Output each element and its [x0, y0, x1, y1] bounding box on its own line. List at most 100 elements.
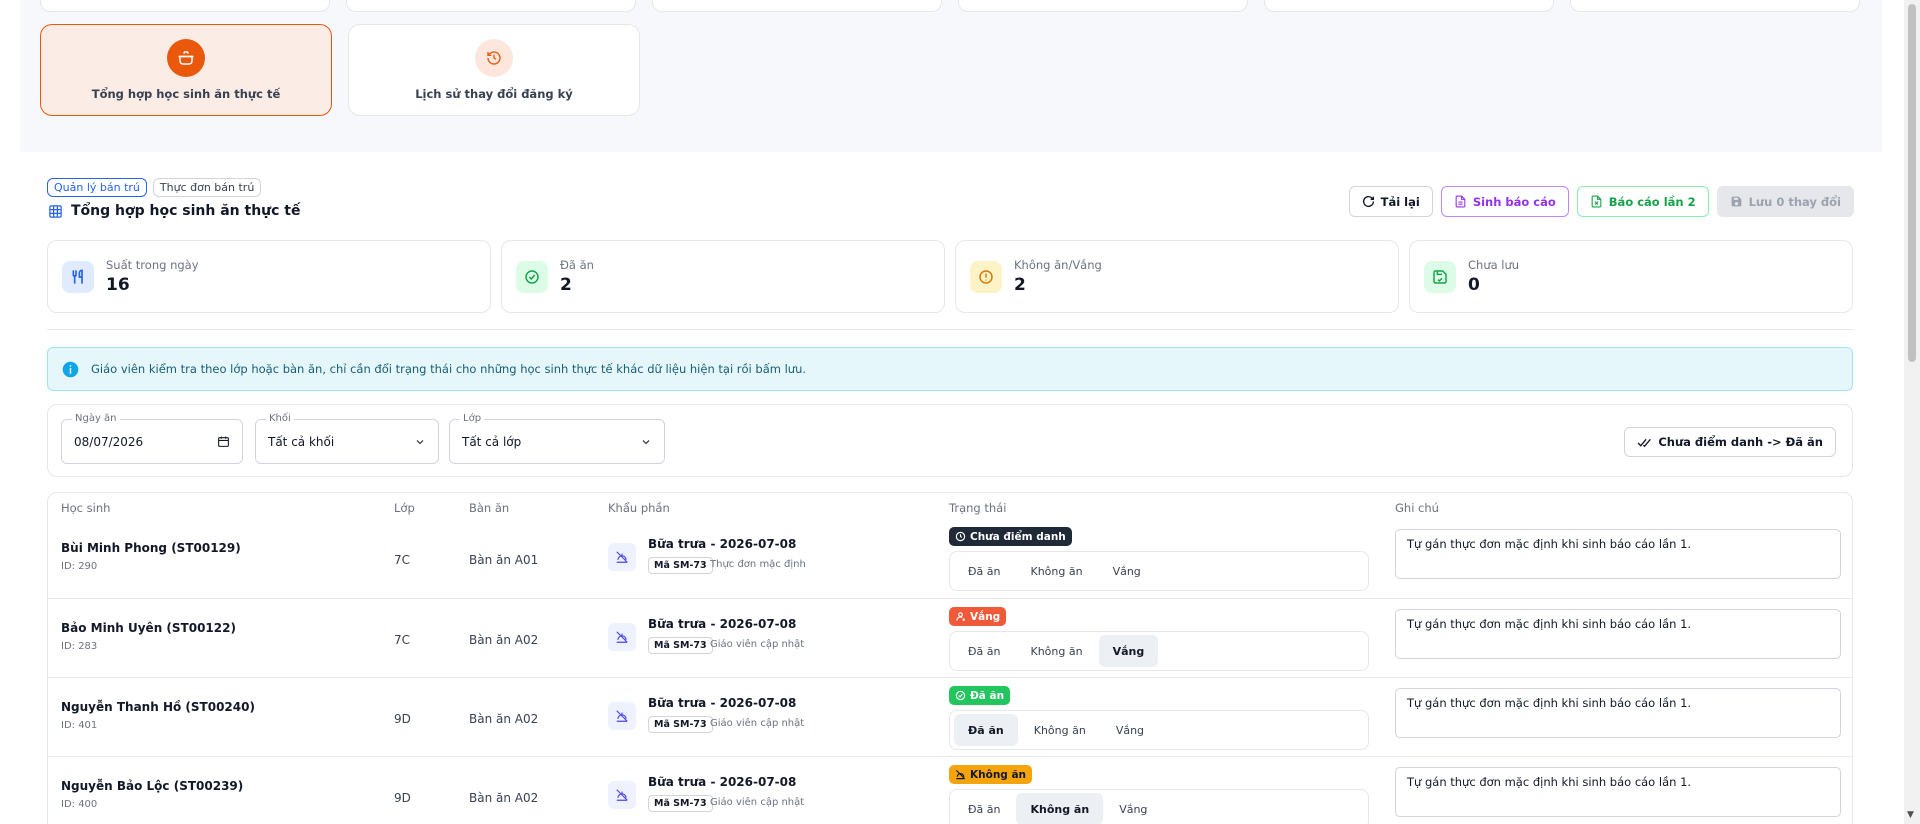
stat-label: Không ăn/Vắng: [1014, 258, 1102, 272]
student-class: 7C: [394, 553, 411, 567]
breadcrumb-item[interactable]: Thực đơn bán trú: [152, 178, 262, 197]
check-circle-icon: [516, 260, 548, 293]
option-not-eaten[interactable]: Không ăn: [1016, 635, 1096, 667]
date-field[interactable]: Ngày ăn 08/07/2026: [61, 413, 243, 464]
divider: [47, 329, 1853, 330]
status-badge: Vắng: [949, 607, 1007, 626]
student-name: Bảo Minh Uyên (ST00122): [61, 621, 236, 635]
nav-card-history[interactable]: Lịch sử thay đổi đăng ký: [348, 24, 640, 116]
table-row: Bảo Minh Uyên (ST00122) ID: 283 7C Bàn ă…: [48, 598, 1852, 677]
reload-button[interactable]: Tải lại: [1348, 186, 1433, 217]
spreadsheet-icon: [1591, 195, 1602, 208]
status-badge-text: Không ăn: [970, 768, 1027, 781]
dining-table: Bàn ăn A02: [469, 712, 539, 726]
note-field[interactable]: Tự gán thực đơn mặc định khi sinh báo cá…: [1395, 767, 1841, 817]
scroll-down-arrow-icon[interactable]: ▼: [1907, 810, 1914, 820]
refresh-icon: [1362, 195, 1374, 208]
toolbar: Tải lại Sinh báo cáo Báo cáo lần 2 Lưu 0…: [1348, 186, 1854, 217]
stat-card-not-eaten: Không ăn/Vắng 2: [955, 240, 1399, 313]
report-second-label: Báo cáo lần 2: [1608, 194, 1696, 209]
option-absent[interactable]: Vắng: [1105, 793, 1161, 824]
meal-icon: [608, 702, 636, 730]
nav-card-label: Lịch sử thay đổi đăng ký: [415, 87, 573, 101]
save-icon: [1424, 260, 1456, 293]
dining-table: Bàn ăn A02: [469, 791, 539, 805]
filter-bar: Ngày ăn 08/07/2026 Khối Tất cả khối Lớp …: [47, 404, 1853, 477]
student-name: Nguyễn Thanh Hồ (ST00240): [61, 700, 255, 714]
column-header[interactable]: Học sinh: [61, 501, 110, 515]
option-not-eaten[interactable]: Không ăn: [1020, 714, 1100, 746]
status-selector: Đã ăn Không ăn Vắng: [949, 710, 1369, 750]
note-field[interactable]: Tự gán thực đơn mặc định khi sinh báo cá…: [1395, 529, 1841, 579]
utensils-icon: [62, 260, 94, 293]
double-check-icon: [1637, 438, 1652, 447]
status-badge-text: Vắng: [970, 610, 1001, 623]
stat-value: 0: [1468, 275, 1480, 295]
top-navigation-area: Tổng hợp học sinh ăn thực tế Lịch sử tha…: [20, 0, 1882, 152]
report-second-button[interactable]: Báo cáo lần 2: [1576, 186, 1709, 217]
stat-label: Suất trong ngày: [106, 258, 199, 272]
meal-icon: [608, 543, 636, 571]
nav-card-stub[interactable]: [40, 0, 330, 12]
option-not-eaten[interactable]: Không ăn: [1016, 793, 1104, 824]
option-not-eaten[interactable]: Không ăn: [1016, 555, 1096, 587]
table-row: Nguyễn Thanh Hồ (ST00240) ID: 401 9D Bàn…: [48, 677, 1852, 756]
column-header[interactable]: Ghi chú: [1395, 501, 1439, 515]
student-class: 9D: [394, 712, 411, 726]
stat-value: 2: [1014, 275, 1026, 295]
chevron-down-icon: [416, 439, 424, 444]
option-eaten[interactable]: Đã ăn: [954, 555, 1014, 587]
menu-code-badge: Mã SM-73: [648, 716, 713, 733]
nav-card-stub[interactable]: [1264, 0, 1554, 12]
option-eaten[interactable]: Đã ăn: [954, 793, 1014, 824]
history-icon: [475, 39, 513, 77]
column-header[interactable]: Bàn ăn: [469, 501, 509, 515]
nav-card-actual-meals[interactable]: Tổng hợp học sinh ăn thực tế: [40, 24, 332, 116]
option-eaten[interactable]: Đã ăn: [954, 635, 1014, 667]
info-text: Giáo viên kiểm tra theo lớp hoặc bàn ăn,…: [91, 362, 807, 376]
page-title-text: Tổng hợp học sinh ăn thực tế: [71, 203, 301, 219]
nav-card-stub[interactable]: [346, 0, 636, 12]
column-header[interactable]: Khẩu phần: [608, 501, 670, 515]
student-id: ID: 283: [61, 641, 98, 652]
grade-select[interactable]: Khối Tất cả khối: [255, 413, 439, 464]
save-changes-button[interactable]: Lưu 0 thay đổi: [1716, 186, 1854, 217]
class-select[interactable]: Lớp Tất cả lớp: [449, 413, 665, 464]
stat-label: Đã ăn: [560, 258, 594, 272]
calendar-icon[interactable]: [217, 435, 230, 448]
status-badge-text: Chưa điểm danh: [970, 530, 1066, 543]
nav-card-stub[interactable]: [958, 0, 1248, 12]
generate-report-button[interactable]: Sinh báo cáo: [1440, 186, 1569, 217]
option-absent[interactable]: Vắng: [1099, 555, 1155, 587]
option-absent[interactable]: Vắng: [1102, 714, 1158, 746]
breadcrumb-item[interactable]: Quản lý bán trú: [47, 178, 147, 197]
scrollbar-thumb[interactable]: [1908, 4, 1916, 362]
column-header[interactable]: Lớp: [394, 501, 415, 515]
note-field[interactable]: Tự gán thực đơn mặc định khi sinh báo cá…: [1395, 609, 1841, 659]
meal-title: Bữa trưa - 2026-07-08: [648, 696, 797, 710]
option-absent[interactable]: Vắng: [1098, 635, 1159, 667]
status-selector: Đã ăn Không ăn Vắng: [949, 789, 1369, 824]
note-field[interactable]: Tự gán thực đơn mặc định khi sinh báo cá…: [1395, 688, 1841, 738]
student-class: 9D: [394, 791, 411, 805]
dining-table: Bàn ăn A02: [469, 633, 539, 647]
save-changes-label: Lưu 0 thay đổi: [1748, 194, 1841, 209]
reload-label: Tải lại: [1380, 194, 1420, 209]
mark-all-eaten-button[interactable]: Chưa điểm danh -> Đã ăn: [1624, 427, 1836, 457]
check-circle-icon: [955, 690, 966, 701]
breadcrumb: Quản lý bán trú Thực đơn bán trú: [47, 178, 262, 197]
vertical-scrollbar[interactable]: ▼: [1904, 0, 1920, 824]
nav-card-stub[interactable]: [652, 0, 942, 12]
nav-card-stub[interactable]: [1570, 0, 1860, 12]
mark-all-eaten-label: Chưa điểm danh -> Đã ăn: [1658, 435, 1823, 449]
class-select-value: Tất cả lớp: [462, 434, 522, 449]
file-icon: [1455, 195, 1466, 208]
student-name: Nguyễn Bảo Lộc (ST00239): [61, 779, 244, 793]
column-header[interactable]: Trạng thái: [949, 501, 1006, 515]
menu-code-badge: Mã SM-73: [648, 795, 713, 812]
meal-title: Bữa trưa - 2026-07-08: [648, 617, 797, 631]
class-select-label: Lớp: [460, 413, 485, 424]
menu-code-badge: Mã SM-73: [648, 557, 713, 574]
option-eaten[interactable]: Đã ăn: [954, 714, 1018, 746]
meal-icon: [608, 623, 636, 651]
